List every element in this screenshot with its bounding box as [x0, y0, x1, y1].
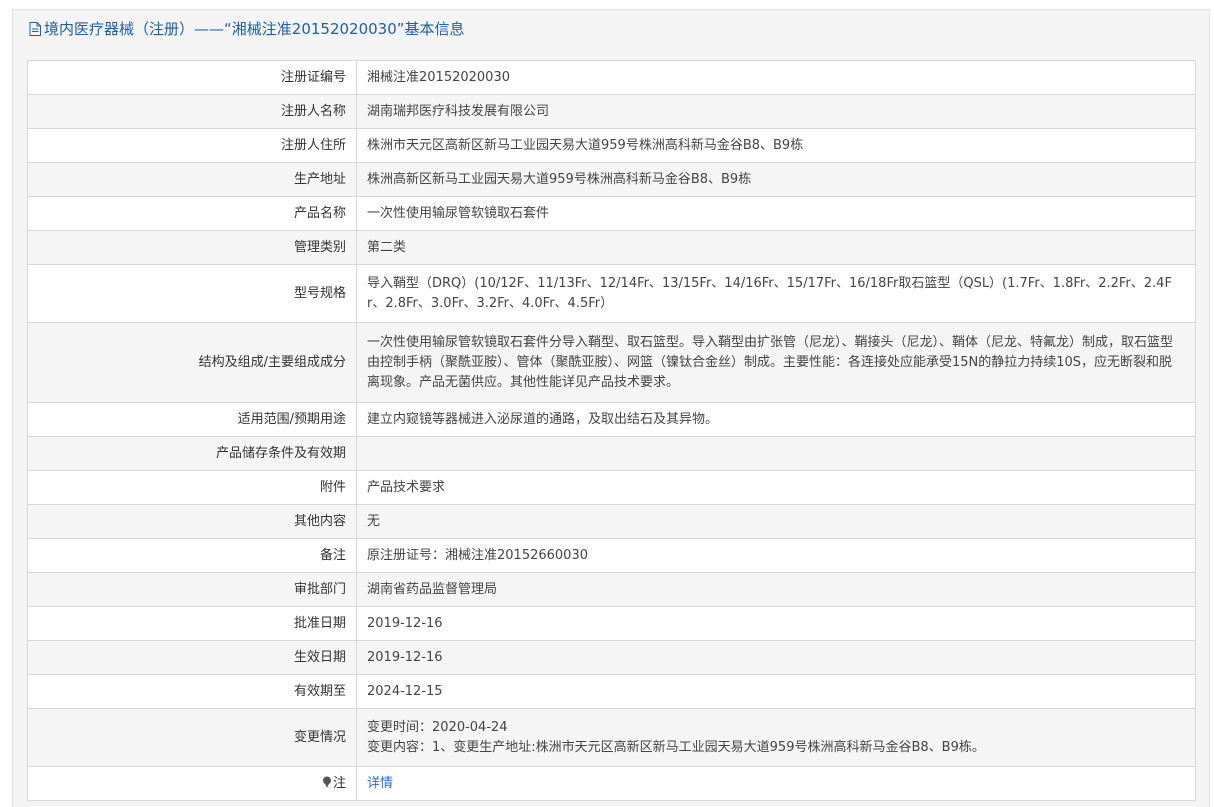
change-time: 变更时间：2020-04-24	[367, 719, 508, 735]
note-row: 注 详情	[27, 766, 1196, 801]
row-label: 其他内容	[27, 504, 357, 539]
table-row: 生效日期 2019-12-16	[27, 640, 1196, 675]
row-value: 2019-12-16	[356, 640, 1196, 675]
document-icon	[29, 22, 41, 36]
table-row: 产品名称 一次性使用输尿管软镜取石套件	[27, 196, 1196, 231]
row-value: 湖南瑞邦医疗科技发展有限公司	[356, 94, 1196, 129]
row-value: 2019-12-16	[356, 606, 1196, 641]
row-label: 管理类别	[27, 230, 357, 265]
row-label: 注册证编号	[27, 60, 357, 95]
note-label: 注	[332, 775, 346, 791]
row-label: 批准日期	[27, 606, 357, 641]
info-table: 注册证编号 湘械注准20152020030 注册人名称 湖南瑞邦医疗科技发展有限…	[27, 60, 1196, 801]
row-value: 株洲市天元区高新区新马工业园天易大道959号株洲高科新马金谷B8、B9栋	[356, 128, 1196, 163]
table-row: 型号规格 导入鞘型（DRQ）(10/12F、11/13Fr、12/14Fr、13…	[27, 264, 1196, 323]
table-row: 生产地址 株洲高新区新马工业园天易大道959号株洲高科新马金谷B8、B9栋	[27, 162, 1196, 197]
table-row: 注册人住所 株洲市天元区高新区新马工业园天易大道959号株洲高科新马金谷B8、B…	[27, 128, 1196, 163]
row-value: 建立内窥镜等器械进入泌尿道的通路，及取出结石及其异物。	[356, 402, 1196, 437]
table-row: 其他内容 无	[27, 504, 1196, 539]
table-row: 结构及组成/主要组成成分 一次性使用输尿管软镜取石套件分导入鞘型、取石篮型。导入…	[27, 322, 1196, 403]
row-value: 株洲高新区新马工业园天易大道959号株洲高科新马金谷B8、B9栋	[356, 162, 1196, 197]
row-value: 湖南省药品监督管理局	[356, 572, 1196, 607]
table-row: 备注 原注册证号：湘械注准20152660030	[27, 538, 1196, 573]
row-value: 原注册证号：湘械注准20152660030	[356, 538, 1196, 573]
table-row: 附件 产品技术要求	[27, 470, 1196, 505]
info-panel: 境内医疗器械（注册）——“湘械注准20152020030”基本信息 注册证编号 …	[12, 9, 1210, 807]
change-value: 变更时间：2020-04-24 变更内容：1、变更生产地址:株洲市天元区高新区新…	[356, 708, 1196, 767]
row-label: 有效期至	[27, 674, 357, 709]
row-label: 型号规格	[27, 264, 357, 323]
change-content: 变更内容：1、变更生产地址:株洲市天元区高新区新马工业园天易大道959号株洲高科…	[367, 739, 985, 755]
row-value: 一次性使用输尿管软镜取石套件分导入鞘型、取石篮型。导入鞘型由扩张管（尼龙）、鞘接…	[356, 322, 1196, 403]
row-value: 产品技术要求	[356, 470, 1196, 505]
note-value: 详情	[356, 766, 1196, 801]
row-label: 适用范围/预期用途	[27, 402, 357, 437]
table-row: 管理类别 第二类	[27, 230, 1196, 265]
table-row: 适用范围/预期用途 建立内窥镜等器械进入泌尿道的通路，及取出结石及其异物。	[27, 402, 1196, 437]
row-label: 结构及组成/主要组成成分	[27, 322, 357, 403]
page-title: 境内医疗器械（注册）——“湘械注准20152020030”基本信息	[44, 20, 465, 38]
row-label: 注册人名称	[27, 94, 357, 129]
row-label: 附件	[27, 470, 357, 505]
row-label: 审批部门	[27, 572, 357, 607]
row-label: 产品名称	[27, 196, 357, 231]
row-value: 导入鞘型（DRQ）(10/12F、11/13Fr、12/14Fr、13/15Fr…	[356, 264, 1196, 323]
pin-icon	[322, 776, 331, 788]
table-row: 审批部门 湖南省药品监督管理局	[27, 572, 1196, 607]
row-label: 注册人住所	[27, 128, 357, 163]
table-row: 批准日期 2019-12-16	[27, 606, 1196, 641]
table-row: 有效期至 2024-12-15	[27, 674, 1196, 709]
row-value: 第二类	[356, 230, 1196, 265]
change-label: 变更情况	[27, 708, 357, 767]
row-label: 备注	[27, 538, 357, 573]
details-link[interactable]: 详情	[367, 776, 393, 791]
row-value	[356, 436, 1196, 471]
row-label: 生产地址	[27, 162, 357, 197]
panel-header: 境内医疗器械（注册）——“湘械注准20152020030”基本信息	[13, 10, 1209, 48]
row-value: 一次性使用输尿管软镜取石套件	[356, 196, 1196, 231]
table-row: 注册证编号 湘械注准20152020030	[27, 60, 1196, 95]
note-label-cell: 注	[27, 766, 357, 801]
row-value: 无	[356, 504, 1196, 539]
table-row: 产品储存条件及有效期	[27, 436, 1196, 471]
row-value: 2024-12-15	[356, 674, 1196, 709]
row-value: 湘械注准20152020030	[356, 60, 1196, 95]
change-row: 变更情况 变更时间：2020-04-24 变更内容：1、变更生产地址:株洲市天元…	[27, 708, 1196, 767]
row-label: 产品储存条件及有效期	[27, 436, 357, 471]
table-row: 注册人名称 湖南瑞邦医疗科技发展有限公司	[27, 94, 1196, 129]
row-label: 生效日期	[27, 640, 357, 675]
